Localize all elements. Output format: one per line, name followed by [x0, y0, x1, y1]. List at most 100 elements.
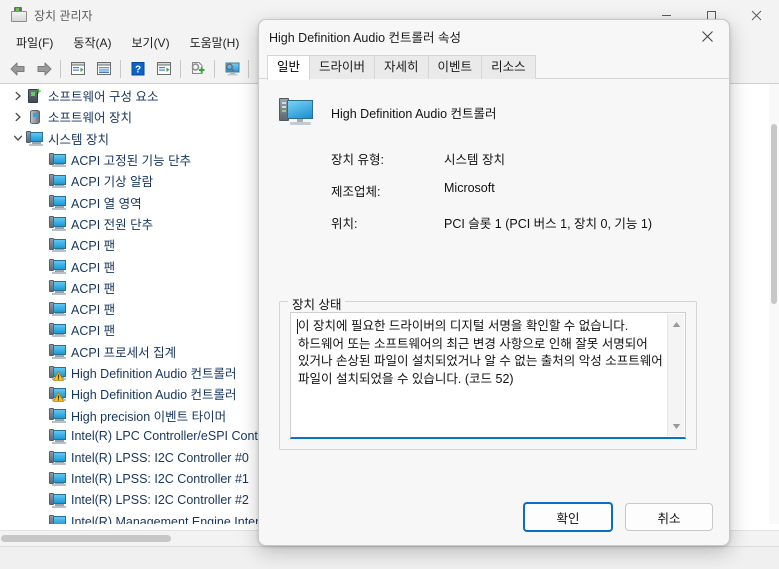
tree-item-label: Intel(R) LPSS: I2C Controller #0	[71, 450, 249, 465]
tree-item-label: 소프트웨어 장치	[48, 111, 132, 126]
device-icon	[49, 258, 67, 274]
device-icon	[49, 428, 67, 444]
toolbar-separator	[120, 59, 121, 78]
dialog-titlebar: High Definition Audio 컨트롤러 속성	[259, 20, 729, 53]
device-icon	[49, 386, 67, 402]
cancel-button[interactable]: 취소	[625, 503, 713, 531]
device-icon	[49, 152, 67, 168]
device-icon	[26, 130, 44, 146]
tab-3[interactable]: 자세히	[374, 55, 429, 79]
device-icon	[49, 237, 67, 253]
tree-item-label: ACPI 팬	[71, 324, 116, 339]
warning-icon	[53, 370, 64, 381]
location-row: 위치: PCI 슬롯 1 (PCI 버스 1, 장치 0, 기능 1)	[331, 213, 717, 232]
tree-item-label: Intel(R) Management Engine Interface	[71, 514, 283, 524]
status-scrollbar[interactable]	[667, 314, 684, 436]
device-info-fields: 장치 유형: 시스템 장치 제조업체: Microsoft 위치: PCI 슬롯…	[331, 149, 717, 232]
chevron-right-icon[interactable]	[10, 109, 26, 125]
tab-5[interactable]: 리소스	[481, 55, 536, 79]
back-icon[interactable]	[5, 56, 30, 81]
device-type-row: 장치 유형: 시스템 장치	[331, 149, 717, 168]
device-icon	[279, 97, 313, 127]
tree-item-label: 시스템 장치	[48, 132, 109, 147]
menu-view[interactable]: 보기(V)	[121, 32, 179, 53]
toolbar-separator	[180, 59, 181, 78]
update-driver-icon[interactable]	[151, 56, 176, 81]
device-icon	[49, 450, 67, 466]
tree-item-label: ACPI 팬	[71, 303, 116, 318]
device-status-group: 장치 상태 이 장치에 필요한 드라이버의 디지털 서명을 확인할 수 없습니다…	[279, 294, 697, 450]
location-label: 위치:	[331, 217, 358, 231]
tree-item-label: ACPI 전원 단추	[71, 217, 154, 232]
location-value: PCI 슬롯 1 (PCI 버스 1, 장치 0, 기능 1)	[444, 217, 653, 231]
device-icon	[49, 194, 67, 210]
software-component-icon: +	[26, 86, 44, 104]
device-type-value: 시스템 장치	[444, 153, 505, 167]
tree-item-label: ACPI 팬	[71, 260, 116, 275]
dialog-tabstrip[interactable]: 일반 드라이버 자세히 이벤트 리소스	[259, 53, 729, 80]
tree-item-label: Intel(R) LPSS: I2C Controller #1	[71, 471, 249, 486]
tab-2[interactable]: 드라이버	[309, 55, 376, 79]
tab-4[interactable]: 이벤트	[427, 55, 483, 79]
device-icon	[49, 471, 67, 487]
device-icon	[49, 173, 67, 189]
device-status-textbox[interactable]: 이 장치에 필요한 드라이버의 디지털 서명을 확인할 수 없습니다. 하드웨어…	[290, 312, 686, 439]
menu-action[interactable]: 동작(A)	[63, 32, 121, 53]
uninstall-device-icon[interactable]	[219, 56, 244, 81]
tree-item-label: ACPI 고정된 기능 단추	[71, 154, 192, 169]
tree-vertical-scrollbar[interactable]	[769, 84, 779, 524]
tree-item-label: ACPI 열 영역	[71, 196, 142, 211]
device-manager-icon	[10, 7, 27, 23]
menu-help[interactable]: 도움말(H)	[180, 32, 250, 53]
tree-item-label: ACPI 팬	[71, 281, 116, 296]
text-caret	[297, 319, 298, 334]
ok-button[interactable]: 확인	[523, 502, 613, 532]
software-device-icon	[26, 109, 44, 125]
manufacturer-row: 제조업체: Microsoft	[331, 181, 717, 200]
tree-item-label: Intel(R) LPC Controller/eSPI Controller	[71, 429, 286, 444]
manufacturer-value: Microsoft	[444, 181, 495, 195]
tree-vertical-scroll-thumb[interactable]	[771, 124, 777, 304]
show-hidden-devices-icon[interactable]	[91, 56, 116, 81]
device-icon	[49, 301, 67, 317]
properties-icon[interactable]	[65, 56, 90, 81]
device-icon	[49, 279, 67, 295]
device-name: High Definition Audio 컨트롤러	[331, 107, 497, 121]
tree-item-label: High precision 이벤트 타이머	[71, 409, 227, 424]
scroll-down-icon[interactable]	[668, 418, 684, 434]
device-status-text: 이 장치에 필요한 드라이버의 디지털 서명을 확인할 수 없습니다. 하드웨어…	[298, 319, 663, 386]
forward-icon[interactable]	[31, 56, 56, 81]
chevron-right-icon[interactable]	[10, 88, 26, 104]
dialog-footer: 확인 취소	[259, 489, 729, 545]
window-title: 장치 관리자	[34, 8, 93, 23]
dialog-close-button[interactable]	[685, 20, 729, 53]
statusbar	[0, 546, 779, 569]
tree-item-label: High Definition Audio 컨트롤러	[71, 388, 237, 403]
toolbar-separator	[248, 59, 249, 78]
tree-item-label: ACPI 기상 알람	[71, 175, 154, 190]
tree-item-label: ACPI 팬	[71, 239, 116, 254]
menu-file[interactable]: 파일(F)	[6, 32, 63, 53]
device-status-group-title: 장치 상태	[288, 294, 346, 313]
dialog-body: High Definition Audio 컨트롤러 장치 유형: 시스템 장치…	[259, 79, 729, 489]
tree-item-label: 소프트웨어 구성 요소	[48, 90, 159, 105]
chevron-down-icon[interactable]	[10, 130, 26, 146]
tab-1[interactable]: 일반	[267, 55, 311, 80]
device-icon	[49, 407, 67, 423]
close-button[interactable]	[734, 0, 779, 30]
help-icon[interactable]: ?	[125, 56, 150, 81]
tree-horizontal-scroll-thumb[interactable]	[1, 535, 171, 542]
device-header: High Definition Audio 컨트롤러	[279, 97, 717, 127]
device-icon	[49, 514, 67, 524]
warning-icon	[53, 391, 64, 402]
dialog-title: High Definition Audio 컨트롤러 속성	[269, 31, 461, 45]
device-icon	[49, 492, 67, 508]
scroll-up-icon[interactable]	[668, 316, 684, 332]
device-properties-dialog: High Definition Audio 컨트롤러 속성 일반 드라이버 자세히 이…	[258, 19, 730, 546]
tree-item-label: High Definition Audio 컨트롤러	[71, 367, 237, 381]
tree-item-label: ACPI 프로세서 집계	[71, 345, 177, 360]
device-icon	[49, 215, 67, 231]
toolbar-separator	[214, 59, 215, 78]
tree-item-label: Intel(R) LPSS: I2C Controller #2	[71, 493, 249, 508]
scan-hardware-changes-icon[interactable]	[185, 56, 210, 81]
